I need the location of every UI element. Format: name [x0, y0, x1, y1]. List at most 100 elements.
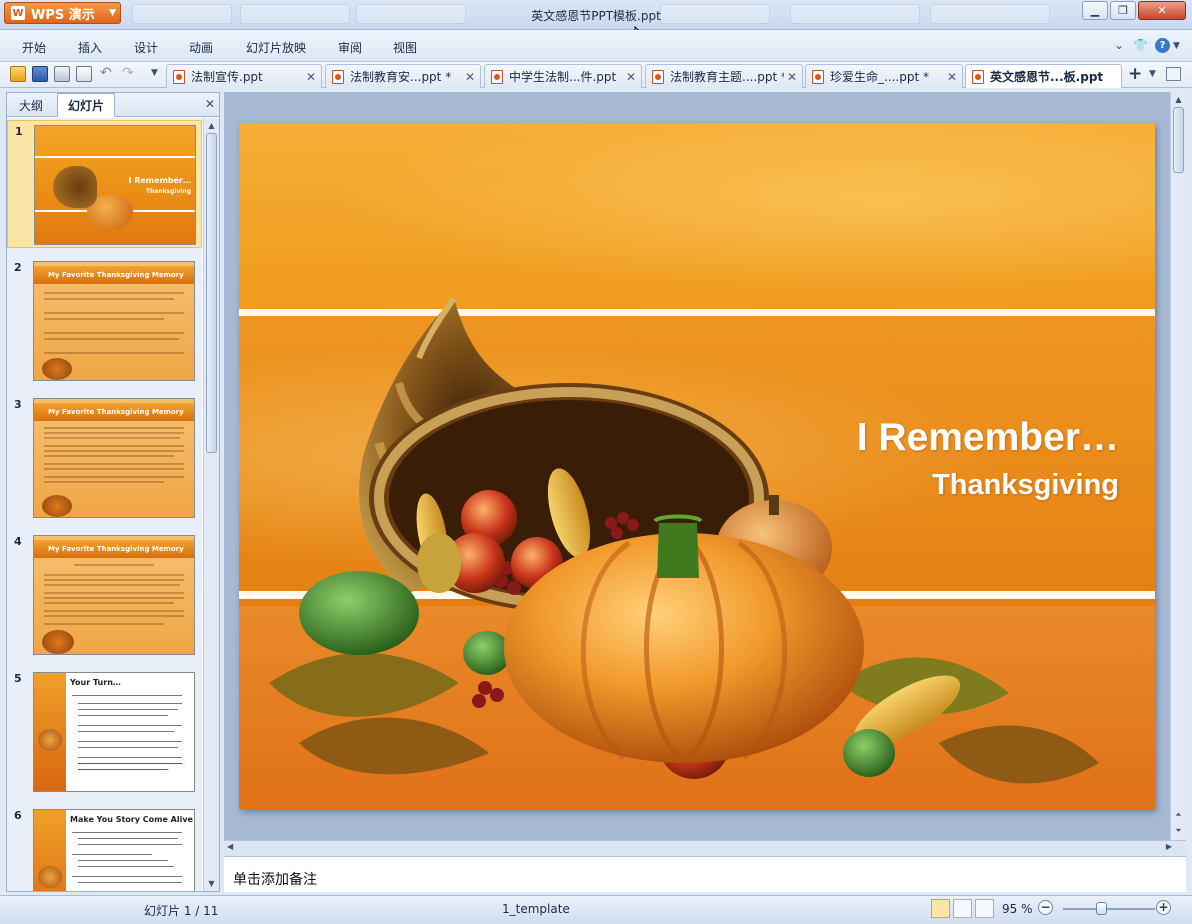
minimize-button[interactable]: ▁ [1082, 1, 1108, 20]
thumbnail-title: I Remember… [128, 176, 191, 185]
thumbnail-number: 2 [14, 261, 22, 274]
slide-counter: 幻灯片 1 / 11 [144, 904, 219, 918]
zoom-slider-handle[interactable] [1096, 902, 1107, 915]
close-tab-icon[interactable]: ✕ [944, 70, 960, 84]
redo-icon[interactable]: ↷ [122, 65, 134, 81]
ppt-file-icon [173, 69, 185, 84]
menu-item-insert[interactable]: 插入 [78, 39, 102, 56]
title-bar: W WPS 演示 ▼ 英文感恩节PPT模板.ppt ▁ ❐ ✕ [0, 0, 1192, 44]
slide-title[interactable]: I Remember… [857, 416, 1119, 460]
tab-list-dropdown-icon[interactable]: ▼ [1149, 69, 1156, 79]
thumbnail-title: My Favorite Thanksgiving Memory [34, 403, 194, 421]
scrollbar-thumb[interactable] [1173, 107, 1184, 173]
window-title: 英文感恩节PPT模板.ppt [531, 9, 661, 23]
collapse-ribbon-icon[interactable]: ⌄ [1114, 38, 1124, 52]
current-slide[interactable]: I Remember… Thanksgiving [239, 123, 1155, 809]
notes-pane[interactable]: 单击添加备注 [224, 856, 1186, 892]
slide-editing-area: I Remember… Thanksgiving ▲ ⏶ ⏷ [224, 92, 1186, 840]
thumbnail-number: 6 [14, 809, 22, 822]
doc-tab[interactable]: 法制宣传.ppt ✕ [166, 64, 322, 88]
slide-thumbnail-4[interactable]: 4 My Favorite Thanksgiving Memory [7, 531, 202, 659]
next-slide-icon[interactable]: ⏷ [1171, 824, 1186, 838]
thumbnail-number: 3 [14, 398, 22, 411]
thumbnail-image: My Favorite Thanksgiving Memory [33, 398, 195, 518]
close-tab-icon[interactable]: ✕ [303, 70, 319, 84]
close-pane-icon[interactable]: ✕ [205, 97, 215, 111]
zoom-slider-track[interactable] [1063, 908, 1155, 910]
thumbnail-title: Your Turn… [70, 678, 121, 687]
scrollbar-thumb[interactable] [206, 133, 217, 453]
horizontal-scrollbar[interactable]: ◀ ▶ [224, 840, 1186, 856]
skin-shirt-icon[interactable]: 👕 [1133, 38, 1148, 52]
undo-icon[interactable]: ↶ [100, 65, 112, 81]
maximize-button[interactable]: ❐ [1110, 1, 1136, 20]
thumbnail-subtitle: Thanksgiving [145, 188, 191, 195]
slide-thumbnail-1[interactable]: 1 I Remember… Thanksgiving [7, 120, 202, 248]
scroll-down-arrow-icon[interactable]: ▼ [204, 876, 219, 890]
doc-tab-label: 法制宣传.ppt [191, 70, 263, 84]
close-tab-icon[interactable]: ✕ [623, 70, 639, 84]
save-icon[interactable] [32, 66, 48, 82]
close-window-button[interactable]: ✕ [1138, 1, 1186, 20]
zoom-level: 95 % [1002, 902, 1033, 916]
doc-tab-active[interactable]: 英文感恩节...板.ppt [965, 64, 1122, 88]
tab-outline[interactable]: 大纲 [9, 93, 53, 117]
template-name: 1_template [502, 902, 570, 916]
doc-tab[interactable]: 法制教育安...ppt * ✕ [325, 64, 481, 88]
customize-toolbar-icon[interactable]: ▼ [151, 68, 158, 78]
thumbnail-scrollbar[interactable]: ▲ ▼ [203, 118, 219, 891]
menu-item-home[interactable]: 开始 [22, 39, 46, 56]
slide-area-scrollbar[interactable]: ▲ ⏶ ⏷ [1170, 92, 1186, 840]
slide-subtitle[interactable]: Thanksgiving [932, 469, 1119, 502]
ppt-file-icon [972, 69, 984, 84]
slide-thumbnail-2[interactable]: 2 My Favorite Thanksgiving Memory [7, 257, 202, 385]
help-button[interactable]: ? [1155, 38, 1170, 53]
slide-thumbnail-5[interactable]: 5 Your Turn… [7, 668, 202, 796]
close-tab-icon[interactable]: ✕ [462, 70, 478, 84]
ppt-file-icon [491, 69, 503, 84]
thumbnail-number: 4 [14, 535, 22, 548]
doc-tab-label: 英文感恩节...板.ppt [990, 70, 1104, 84]
doc-tab-label: 中学生法制...件.ppt [509, 70, 617, 84]
tab-slides[interactable]: 幻灯片 [57, 93, 116, 117]
zoom-in-button[interactable]: + [1156, 900, 1171, 915]
notes-placeholder[interactable]: 单击添加备注 [233, 869, 317, 889]
menu-item-slideshow[interactable]: 幻灯片放映 [246, 39, 306, 56]
scroll-up-arrow-icon[interactable]: ▲ [204, 118, 219, 132]
scroll-left-arrow-icon[interactable]: ◀ [227, 842, 233, 851]
quick-access-toolbar: ↶ ↷ ▼ 法制宣传.ppt ✕ 法制教育安...ppt * ✕ 中学生法制..… [0, 62, 1192, 88]
print-icon[interactable] [54, 66, 70, 82]
new-tab-plus-icon[interactable]: + [1128, 64, 1142, 84]
menu-item-design[interactable]: 设计 [134, 39, 158, 56]
slide-thumbnail-3[interactable]: 3 My Favorite Thanksgiving Memory [7, 394, 202, 522]
menu-item-animation[interactable]: 动画 [189, 39, 213, 56]
print-preview-icon[interactable] [76, 66, 92, 82]
slideshow-view-button[interactable] [975, 899, 994, 918]
thumbnail-image: Make You Story Come Alive [33, 809, 195, 891]
menu-item-review[interactable]: 审阅 [338, 39, 362, 56]
slide-sorter-view-button[interactable] [953, 899, 972, 918]
scroll-right-arrow-icon[interactable]: ▶ [1166, 842, 1172, 851]
close-tab-icon[interactable]: ✕ [784, 70, 800, 84]
ppt-file-icon [332, 69, 344, 84]
open-folder-icon[interactable] [10, 66, 26, 82]
menu-item-view[interactable]: 视图 [393, 39, 417, 56]
thumbnail-title: My Favorite Thanksgiving Memory [34, 540, 194, 558]
doc-tab[interactable]: 中学生法制...件.ppt ✕ [484, 64, 642, 88]
doc-tab-label: 法制教育安...ppt * [350, 70, 452, 84]
pane-tabs: 大纲 幻灯片 ✕ [7, 93, 219, 117]
previous-slide-icon[interactable]: ⏶ [1171, 808, 1186, 822]
chevron-down-icon[interactable]: ▼ [1173, 41, 1180, 51]
thumbnail-image: Your Turn… [33, 672, 195, 792]
thumbnail-number: 5 [14, 672, 22, 685]
ppt-file-icon [652, 69, 664, 84]
window-layout-icon[interactable] [1166, 67, 1181, 81]
normal-view-button[interactable] [931, 899, 950, 918]
scroll-up-arrow-icon[interactable]: ▲ [1171, 92, 1186, 106]
slide-navigation-pane: 大纲 幻灯片 ✕ 1 I Remember… Thanksgiving 2 My… [6, 92, 220, 892]
doc-tab[interactable]: 珍爱生命_....ppt * ✕ [805, 64, 963, 88]
zoom-out-button[interactable]: − [1038, 900, 1053, 915]
slide-thumbnail-list: 1 I Remember… Thanksgiving 2 My Favorite… [7, 118, 202, 891]
doc-tab[interactable]: 法制教育主题....ppt * ✕ [645, 64, 803, 88]
slide-thumbnail-6[interactable]: 6 Make You Story Come Alive [7, 805, 202, 891]
